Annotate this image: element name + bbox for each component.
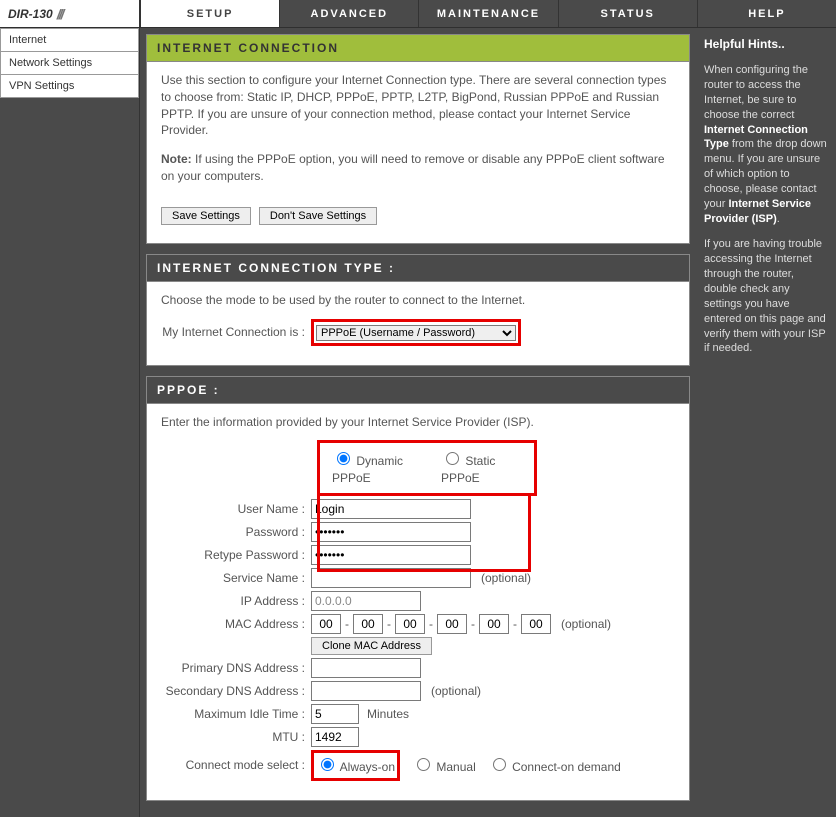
save-settings-button[interactable]: Save Settings [161, 207, 251, 225]
input-mac-1[interactable] [311, 614, 341, 634]
minutes-label: Minutes [367, 706, 409, 723]
label-ip-address: IP Address : [161, 593, 311, 610]
radio-always-on-input[interactable] [321, 758, 334, 771]
clone-mac-button[interactable]: Clone MAC Address [311, 637, 432, 655]
label-connect-mode: Connect mode select : [161, 757, 311, 774]
radio-dynamic-pppoe[interactable]: Dynamic PPPoE [332, 449, 427, 487]
tab-status[interactable]: STATUS [558, 0, 697, 27]
input-primary-dns[interactable] [311, 658, 421, 678]
mac-optional: (optional) [561, 616, 611, 633]
device-logo: DIR-130 /// [0, 0, 140, 27]
intro-note-label: Note: [161, 152, 192, 166]
label-primary-dns: Primary DNS Address : [161, 660, 311, 677]
radio-connect-on-demand-input[interactable] [493, 758, 506, 771]
label-idle-time: Maximum Idle Time : [161, 706, 311, 723]
radio-static-pppoe-input[interactable] [446, 452, 459, 465]
main-content: INTERNET CONNECTION Use this section to … [140, 28, 696, 817]
pppoe-credentials-highlight: Dynamic PPPoE Static PPPoE [317, 440, 537, 496]
input-mac-5[interactable] [479, 614, 509, 634]
top-navigation: DIR-130 /// SETUP ADVANCED MAINTENANCE S… [0, 0, 836, 28]
logo-slashes: /// [57, 6, 63, 22]
radio-dynamic-pppoe-input[interactable] [337, 452, 350, 465]
radio-manual-input[interactable] [417, 758, 430, 771]
help-paragraph-2: If you are having trouble accessing the … [704, 237, 828, 356]
device-model: DIR-130 [8, 7, 53, 21]
connection-type-desc: Choose the mode to be used by the router… [161, 292, 675, 309]
sidebar-item-vpn-settings[interactable]: VPN Settings [0, 75, 139, 98]
input-secondary-dns[interactable] [311, 681, 421, 701]
pppoe-desc: Enter the information provided by your I… [161, 414, 675, 431]
connect-mode-highlight: Always-on [311, 750, 400, 781]
tab-setup[interactable]: SETUP [140, 0, 279, 27]
intro-text: Use this section to configure your Inter… [161, 72, 675, 139]
connection-type-label: My Internet Connection is : [161, 324, 311, 341]
radio-always-on[interactable]: Always-on [316, 760, 395, 774]
input-mac-6[interactable] [521, 614, 551, 634]
radio-static-pppoe[interactable]: Static PPPoE [441, 449, 522, 487]
input-idle-time[interactable] [311, 704, 359, 724]
connection-type-select[interactable]: PPPoE (Username / Password) [316, 325, 516, 341]
input-mac-2[interactable] [353, 614, 383, 634]
tab-advanced[interactable]: ADVANCED [279, 0, 418, 27]
input-mtu[interactable] [311, 727, 359, 747]
connection-type-highlight: PPPoE (Username / Password) [311, 319, 521, 346]
input-password[interactable] [311, 522, 471, 542]
panel-connection-type: INTERNET CONNECTION TYPE : Choose the mo… [146, 254, 690, 366]
label-mac-address: MAC Address : [161, 616, 311, 633]
radio-manual[interactable]: Manual [412, 755, 476, 776]
help-panel: Helpful Hints.. When configuring the rou… [696, 28, 836, 817]
help-header: Helpful Hints.. [704, 36, 828, 52]
sidebar: Internet Network Settings VPN Settings [0, 28, 140, 817]
radio-connect-on-demand[interactable]: Connect-on demand [488, 755, 621, 776]
intro-note-text: If using the PPPoE option, you will need… [161, 152, 665, 183]
intro-note: Note: If using the PPPoE option, you wil… [161, 151, 675, 185]
tab-maintenance[interactable]: MAINTENANCE [418, 0, 557, 27]
input-service-name[interactable] [311, 568, 471, 588]
panel-header-pppoe: PPPOE : [147, 377, 689, 404]
input-ip-address[interactable] [311, 591, 421, 611]
label-username: User Name : [161, 501, 311, 518]
sidebar-item-internet[interactable]: Internet [0, 28, 139, 52]
label-mtu: MTU : [161, 729, 311, 746]
label-secondary-dns: Secondary DNS Address : [161, 683, 311, 700]
help-paragraph-1: When configuring the router to access th… [704, 63, 828, 226]
input-retype-password[interactable] [311, 545, 471, 565]
label-password: Password : [161, 524, 311, 541]
input-mac-4[interactable] [437, 614, 467, 634]
dont-save-settings-button[interactable]: Don't Save Settings [259, 207, 377, 225]
input-username[interactable] [311, 499, 471, 519]
panel-pppoe: PPPOE : Enter the information provided b… [146, 376, 690, 801]
panel-header-internet-connection: INTERNET CONNECTION [147, 35, 689, 62]
panel-internet-connection: INTERNET CONNECTION Use this section to … [146, 34, 690, 244]
tab-help[interactable]: HELP [697, 0, 836, 27]
label-service-name: Service Name : [161, 570, 311, 587]
panel-header-connection-type: INTERNET CONNECTION TYPE : [147, 255, 689, 282]
service-optional: (optional) [481, 570, 531, 587]
sdns-optional: (optional) [431, 683, 481, 700]
sidebar-item-network-settings[interactable]: Network Settings [0, 52, 139, 75]
label-retype-password: Retype Password : [161, 547, 311, 564]
input-mac-3[interactable] [395, 614, 425, 634]
